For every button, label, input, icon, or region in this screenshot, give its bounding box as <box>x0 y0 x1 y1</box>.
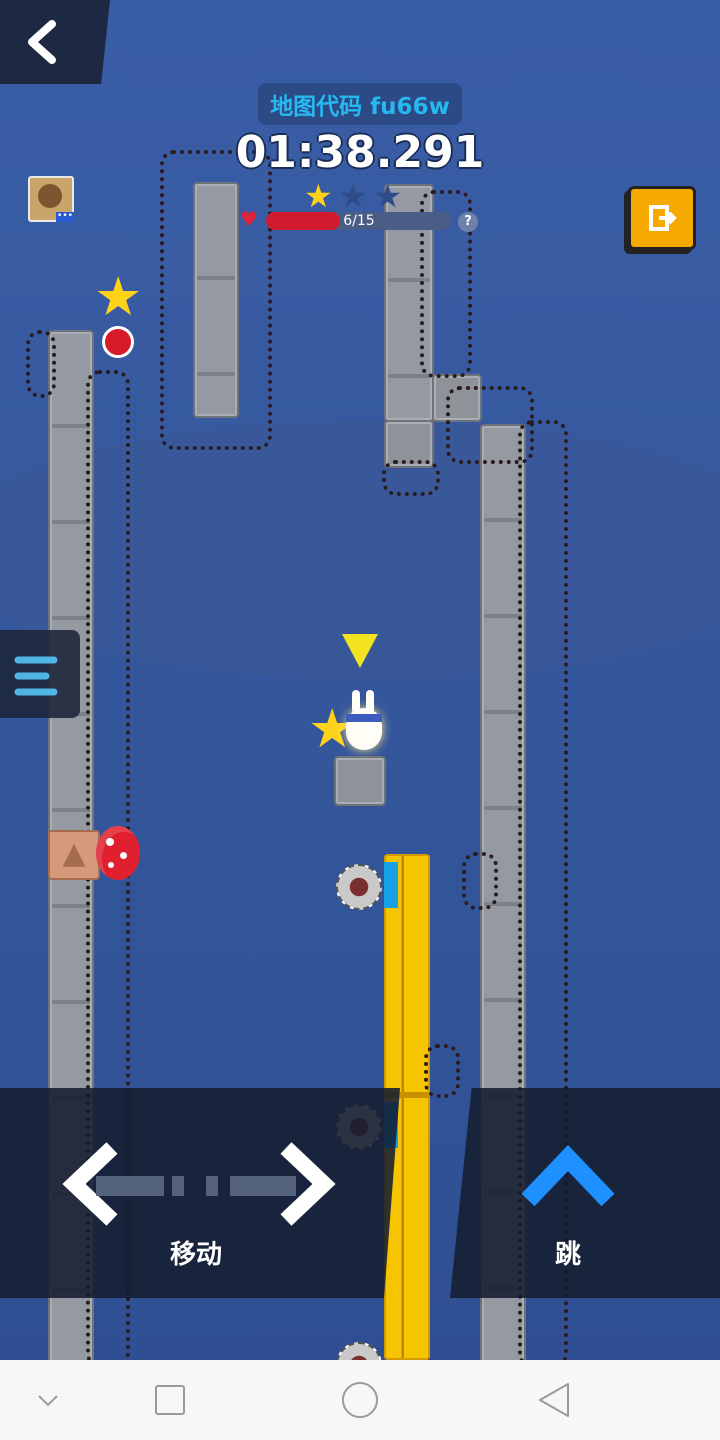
thorn-cluster-gold <box>424 1044 460 1098</box>
avatar-more-icon: ••• <box>56 211 74 222</box>
chevron-left-icon <box>28 20 56 64</box>
health-count: 6/15 <box>343 213 375 229</box>
help-icon-label: ? <box>464 214 472 229</box>
sawblade-hazard <box>336 864 382 910</box>
level-timer: 01:38.291 <box>235 127 485 178</box>
thorn-cluster-right-mid <box>462 852 498 910</box>
player-indicator-arrow <box>342 634 378 668</box>
sawblade-hazard <box>336 1342 382 1360</box>
help-button[interactable]: ? <box>458 212 478 232</box>
hamburger-icon <box>14 656 58 696</box>
small-stone-platform <box>334 756 386 806</box>
thorn-frame-upper-middle <box>160 150 272 450</box>
star-empty-icon: ★ <box>373 177 403 215</box>
move-right-button[interactable] <box>270 1138 340 1230</box>
player-bunny <box>340 690 386 754</box>
share-exit-icon <box>649 205 677 231</box>
chevron-down-icon[interactable] <box>36 1388 60 1412</box>
move-label: 移动 <box>169 1240 222 1270</box>
recents-square-icon[interactable] <box>154 1384 186 1416</box>
thorn-cluster-hanging <box>382 460 440 496</box>
share-exit-button[interactable] <box>628 186 696 250</box>
map-code-label: 地图代码 fu66w <box>258 83 462 125</box>
side-menu-button[interactable] <box>0 630 80 718</box>
spike-mine-hazard <box>88 312 148 372</box>
mushroom-bouncer <box>96 826 140 880</box>
star-earned-icon: ★ <box>304 177 333 215</box>
star-progress: ★ ★ ★ <box>304 178 424 214</box>
arrow-crate: ▲ <box>48 830 100 880</box>
thorn-vine-right-top <box>446 386 534 464</box>
thorn-vine-left-outer <box>26 330 56 398</box>
jump-button[interactable] <box>520 1144 616 1208</box>
heart-icon: ♥ <box>240 207 258 231</box>
star-empty-icon: ★ <box>338 177 368 215</box>
system-navigation-bar <box>0 1360 720 1440</box>
blue-clip <box>384 862 398 908</box>
back-button[interactable] <box>0 0 110 84</box>
jump-label: 跳 <box>554 1240 581 1270</box>
home-circle-icon[interactable] <box>340 1380 380 1420</box>
move-track <box>96 1176 296 1196</box>
back-triangle-icon[interactable] <box>536 1382 572 1418</box>
player-avatar[interactable]: ••• <box>28 176 74 222</box>
